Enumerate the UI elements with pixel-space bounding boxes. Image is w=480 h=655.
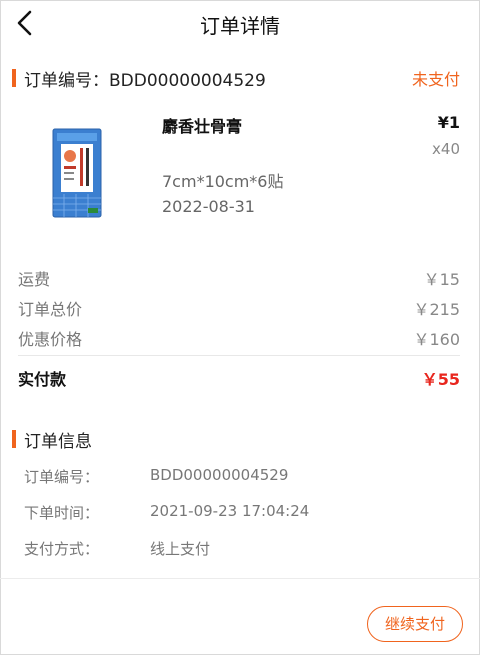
medicine-box-image [52, 128, 102, 218]
order-status-badge: 未支付 [411, 70, 460, 89]
info-value: 2021-09-23 17:04:24 [150, 502, 310, 520]
info-key: 下单时间： [24, 504, 100, 522]
product-name[interactable]: 麝香壮骨膏 [162, 113, 242, 137]
product-quantity: x40 [432, 140, 460, 158]
info-row-order-number: 订单编号： BDD00000004529 [24, 466, 460, 488]
section-accent-bar [12, 69, 16, 87]
info-key: 订单编号： [24, 468, 100, 486]
info-row-payment-method: 支付方式： 线上支付 [24, 538, 460, 560]
order-number: 订单编号：BDD00000004529 [24, 71, 266, 91]
product-image[interactable] [52, 128, 104, 220]
order-number-header: 订单编号：BDD00000004529 未支付 [0, 66, 480, 91]
product-price: ¥1 [437, 113, 460, 132]
order-info-title: 订单信息 [24, 432, 92, 452]
bottom-bar-divider [0, 578, 480, 579]
product-spec: 7cm*10cm*6贴 [162, 172, 284, 191]
page-title: 订单详情 [200, 14, 280, 38]
paid-value: ￥55 [421, 370, 460, 389]
info-key: 支付方式： [24, 540, 100, 558]
info-value: 线上支付 [150, 540, 211, 558]
total-row: 订单总价 ￥215 [18, 296, 460, 319]
discount-row: 优惠价格 ￥160 [18, 326, 460, 349]
order-info-header: 订单信息 [0, 427, 480, 452]
section-accent-bar [12, 430, 16, 448]
info-value: BDD00000004529 [150, 466, 289, 484]
info-row-order-time: 下单时间： 2021-09-23 17:04:24 [24, 502, 460, 524]
shipping-row: 运费 ￥15 [18, 266, 460, 289]
continue-pay-button[interactable]: 继续支付 [367, 606, 463, 642]
discount-label: 优惠价格 [18, 330, 83, 349]
product-date: 2022-08-31 [162, 197, 255, 216]
shipping-label: 运费 [18, 270, 51, 289]
shipping-value: ￥15 [423, 270, 460, 289]
paid-label: 实付款 [18, 370, 67, 389]
divider [18, 355, 460, 356]
discount-value: ￥160 [413, 330, 460, 349]
total-value: ￥215 [413, 300, 460, 319]
paid-row: 实付款 ￥55 [18, 366, 460, 389]
top-bar: 订单详情 [0, 0, 480, 44]
total-label: 订单总价 [18, 300, 83, 319]
